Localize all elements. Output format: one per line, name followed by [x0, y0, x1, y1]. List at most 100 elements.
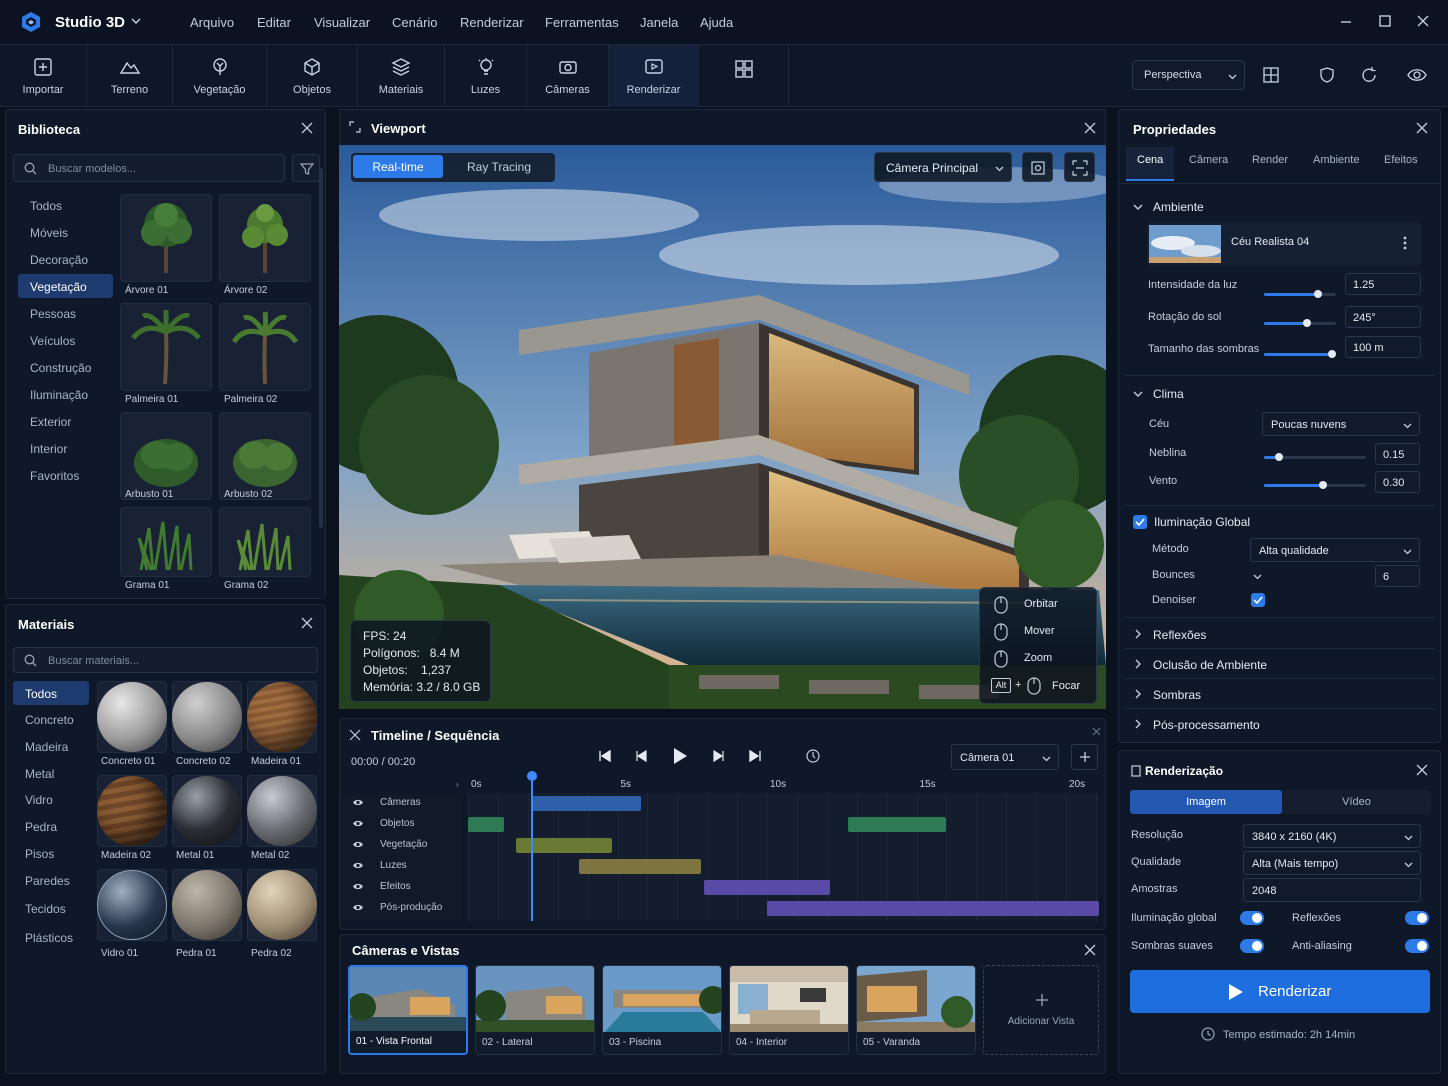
value-bounces[interactable]: 6: [1375, 565, 1420, 587]
menu-visualizar[interactable]: Visualizar: [314, 15, 370, 30]
value-vento[interactable]: 0.30: [1375, 471, 1420, 493]
value-rotacao[interactable]: 245°: [1345, 306, 1421, 328]
soft-shadows-toggle[interactable]: [1240, 939, 1264, 953]
chevron-down-icon[interactable]: [1133, 202, 1143, 212]
menu-janela[interactable]: Janela: [640, 15, 678, 30]
material-tile[interactable]: [172, 775, 242, 847]
menu-editar[interactable]: Editar: [257, 15, 291, 30]
material-category-todos[interactable]: Todos: [13, 681, 89, 705]
material-category-metal[interactable]: Metal: [13, 761, 108, 785]
material-tile[interactable]: [172, 681, 242, 753]
model-tile[interactable]: [120, 303, 212, 391]
split-view-icon[interactable]: [1262, 66, 1280, 84]
shield-icon[interactable]: [1318, 66, 1336, 84]
camera-view-card[interactable]: 05 - Varanda: [856, 965, 976, 1055]
close-icon[interactable]: [1084, 944, 1096, 956]
tab-realtime[interactable]: Real-time: [353, 155, 443, 178]
material-category-concreto[interactable]: Concreto: [13, 707, 108, 731]
timeline-clip[interactable]: [578, 859, 702, 874]
camera-view-card[interactable]: 03 - Piscina: [602, 965, 722, 1055]
section-reflexoes[interactable]: Reflexões: [1119, 618, 1440, 648]
slider-sombras[interactable]: [1264, 350, 1337, 358]
fullscreen-button[interactable]: [1064, 152, 1095, 182]
antialiasing-toggle[interactable]: [1405, 939, 1429, 953]
view-mode-select[interactable]: Perspectiva: [1132, 60, 1245, 90]
playhead-line[interactable]: [530, 777, 533, 921]
cameras-button[interactable]: Câmeras: [527, 45, 609, 107]
denoiser-checkbox[interactable]: [1251, 593, 1265, 607]
materials-search-input[interactable]: Buscar materiais...: [13, 647, 318, 673]
quality-select[interactable]: Alta (Mais tempo): [1243, 851, 1421, 875]
slider-neblina[interactable]: [1264, 453, 1366, 461]
model-tile[interactable]: [219, 194, 311, 282]
minimize-icon[interactable]: [1339, 14, 1353, 28]
material-tile[interactable]: [247, 869, 317, 941]
value-sombras[interactable]: 100 m: [1345, 336, 1421, 358]
samples-input[interactable]: 2048: [1243, 878, 1421, 902]
more-vertical-icon[interactable]: [1403, 236, 1407, 250]
section-sombras[interactable]: Sombras: [1119, 678, 1440, 708]
material-tile[interactable]: [97, 775, 167, 847]
material-tile[interactable]: [247, 775, 317, 847]
gi-method-select[interactable]: Alta qualidade: [1250, 538, 1420, 562]
frame-button[interactable]: [1022, 152, 1053, 182]
material-category-paredes[interactable]: Paredes: [13, 868, 108, 892]
category-exterior[interactable]: Exterior: [18, 409, 113, 433]
materials-button[interactable]: Materiais: [358, 45, 445, 107]
model-tile[interactable]: [219, 303, 311, 391]
terrain-button[interactable]: Terreno: [87, 45, 173, 107]
material-category-madeira[interactable]: Madeira: [13, 734, 108, 758]
tab-render[interactable]: Render: [1252, 154, 1288, 166]
chevron-down-icon[interactable]: [1253, 572, 1262, 581]
close-window-icon[interactable]: [1416, 14, 1430, 28]
eye-icon[interactable]: [352, 819, 364, 828]
camera-view-card[interactable]: 01 - Vista Frontal: [348, 965, 468, 1055]
material-category-pisos[interactable]: Pisos: [13, 841, 108, 865]
category-moveis[interactable]: Móveis: [18, 220, 113, 244]
close-icon[interactable]: [301, 122, 313, 134]
app-title[interactable]: Studio 3D: [55, 14, 125, 31]
section-gi[interactable]: Iluminação Global: [1154, 515, 1250, 529]
reflections-toggle[interactable]: [1405, 911, 1429, 925]
category-pessoas[interactable]: Pessoas: [18, 301, 113, 325]
eye-icon[interactable]: [352, 840, 364, 849]
vegetation-button[interactable]: Vegetação: [173, 45, 267, 107]
material-category-tecidos[interactable]: Tecidos: [13, 896, 108, 920]
slider-intensidade[interactable]: [1264, 290, 1336, 298]
close-icon[interactable]: [1416, 764, 1428, 776]
render-button[interactable]: Renderizar: [1130, 970, 1430, 1013]
chevron-down-icon[interactable]: [131, 16, 141, 26]
slider-knob[interactable]: [1275, 453, 1284, 461]
tab-imagem[interactable]: Imagem: [1130, 790, 1282, 814]
slider-knob[interactable]: [1314, 290, 1322, 298]
eye-icon[interactable]: [352, 861, 364, 870]
category-favoritos[interactable]: Favoritos: [18, 463, 113, 487]
import-button[interactable]: Importar: [0, 45, 87, 107]
close-icon[interactable]: [1084, 122, 1096, 134]
eye-icon[interactable]: [352, 903, 364, 912]
model-tile[interactable]: [219, 412, 311, 500]
objects-button[interactable]: Objetos: [267, 45, 358, 107]
category-todos[interactable]: Todos: [18, 193, 113, 217]
slider-knob[interactable]: [1319, 481, 1328, 489]
material-category-plasticos[interactable]: Plásticos: [13, 925, 108, 949]
menu-ferramentas[interactable]: Ferramentas: [545, 15, 619, 30]
section-ambiente[interactable]: Ambiente: [1153, 200, 1204, 214]
chevron-down-icon[interactable]: [1133, 389, 1143, 399]
section-posprocessamento[interactable]: Pós-processamento: [1119, 708, 1440, 738]
library-search-input[interactable]: Buscar modelos...: [13, 154, 285, 182]
camera-view-card[interactable]: 04 - Interior: [729, 965, 849, 1055]
eye-icon[interactable]: [1407, 66, 1427, 84]
sky-type-select[interactable]: Poucas nuvens: [1262, 412, 1420, 436]
material-tile[interactable]: [97, 869, 167, 941]
material-tile[interactable]: [172, 869, 242, 941]
section-clima[interactable]: Clima: [1153, 387, 1184, 401]
add-view-button[interactable]: Adicionar Vista: [983, 965, 1099, 1055]
sky-preset[interactable]: Céu Realista 04: [1147, 222, 1421, 266]
tab-ambiente[interactable]: Ambiente: [1313, 154, 1359, 166]
resolution-select[interactable]: 3840 x 2160 (4K): [1243, 824, 1421, 848]
material-tile[interactable]: [247, 681, 317, 753]
filter-button[interactable]: [292, 154, 320, 182]
layout-button[interactable]: [699, 45, 789, 107]
value-intensidade[interactable]: 1.25: [1345, 273, 1421, 295]
